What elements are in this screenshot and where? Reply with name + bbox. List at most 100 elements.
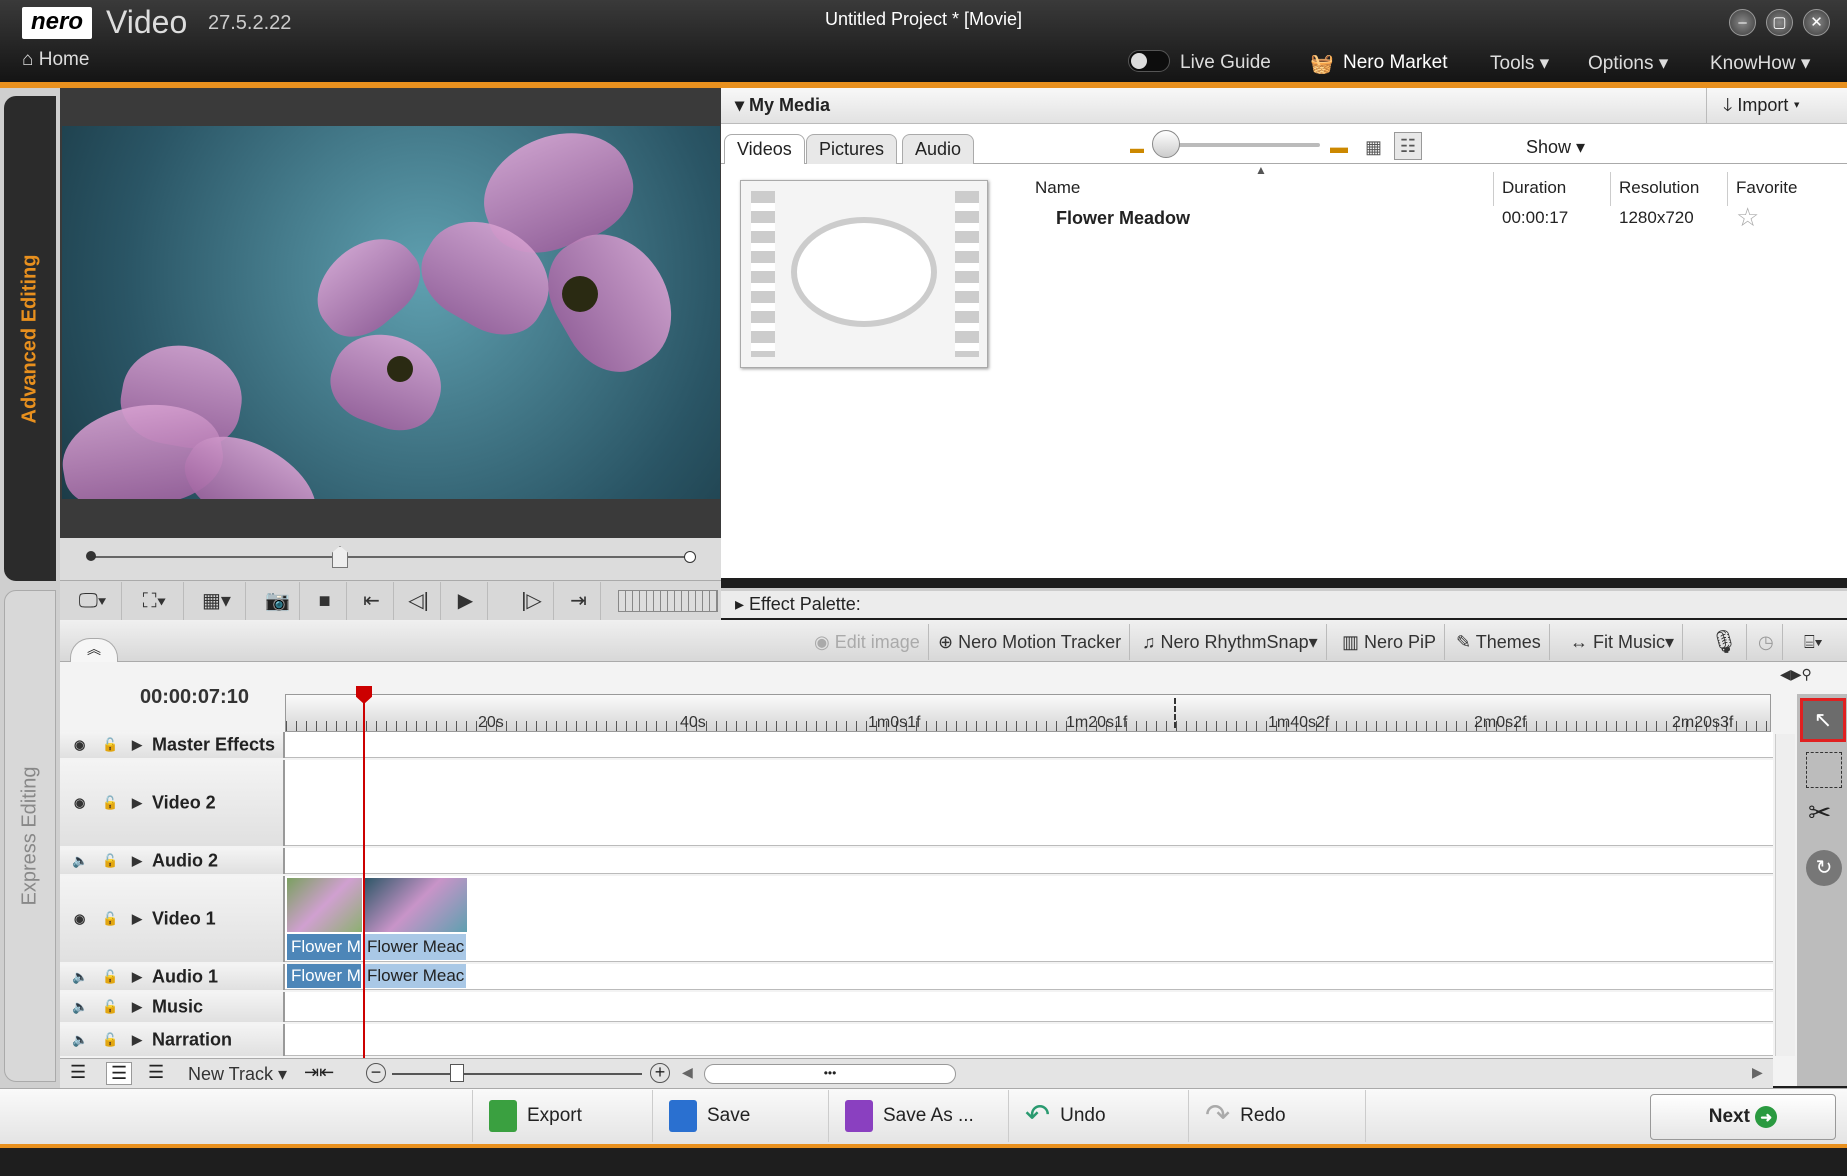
- thumbnail-size-knob[interactable]: [1152, 130, 1180, 158]
- scroll-left-icon[interactable]: ◀: [682, 1064, 693, 1081]
- rhythmsnap-button[interactable]: ♫ Nero RhythmSnap▾: [1134, 624, 1327, 660]
- audio-clip[interactable]: Flower M: [287, 964, 362, 988]
- tab-videos[interactable]: Videos: [724, 134, 805, 164]
- layout-menu-icon[interactable]: ⌸▾: [1796, 624, 1830, 660]
- media-item-name[interactable]: Flower Meadow: [1056, 208, 1190, 229]
- aspect-icon[interactable]: ▦▾: [188, 582, 246, 620]
- tools-menu[interactable]: Tools ▾: [1490, 52, 1549, 75]
- effect-palette-bar[interactable]: ▸ Effect Palette:: [721, 588, 1847, 618]
- cut-scissors-icon[interactable]: ✂: [1808, 796, 1831, 829]
- redo-button[interactable]: ↷ Redo: [1188, 1090, 1366, 1142]
- tab-express-editing[interactable]: Express Editing: [4, 590, 56, 1082]
- lock-icon[interactable]: 🔓: [102, 969, 118, 985]
- previous-frame-icon[interactable]: ◁|: [397, 582, 441, 620]
- export-button[interactable]: Export: [472, 1090, 652, 1142]
- track-height-small-icon[interactable]: ☰: [70, 1062, 86, 1083]
- undo-button[interactable]: ↶ Undo: [1008, 1090, 1188, 1142]
- track-row[interactable]: [60, 848, 1773, 874]
- fit-to-window-icon[interactable]: ⇥⇤: [304, 1062, 334, 1083]
- mute-icon[interactable]: 🔈: [72, 999, 88, 1015]
- jog-shuttle[interactable]: [618, 590, 718, 612]
- pip-button[interactable]: ▥ Nero PiP: [1334, 624, 1446, 660]
- track-row[interactable]: [60, 1024, 1773, 1056]
- zoom-in-icon[interactable]: +: [650, 1063, 670, 1083]
- edit-image-button[interactable]: ◉ Edit image: [806, 624, 929, 660]
- nero-market-link[interactable]: Nero Market: [1343, 52, 1448, 74]
- timeline-nav-icons[interactable]: ◀▶⚲: [1780, 666, 1812, 683]
- themes-button[interactable]: ✎ Themes: [1448, 624, 1550, 660]
- close-button[interactable]: ✕: [1803, 9, 1830, 36]
- media-title[interactable]: ▾ My Media: [735, 95, 830, 116]
- column-resolution[interactable]: Resolution: [1619, 178, 1699, 198]
- video-clip[interactable]: Flower M: [287, 934, 362, 960]
- options-menu[interactable]: Options ▾: [1588, 52, 1668, 75]
- live-guide-label[interactable]: Live Guide: [1180, 52, 1271, 74]
- time-ruler[interactable]: [285, 694, 1771, 732]
- live-guide-toggle[interactable]: [1128, 50, 1170, 72]
- visibility-icon[interactable]: ◉: [74, 737, 85, 753]
- mute-icon[interactable]: 🔈: [72, 1032, 88, 1048]
- expand-icon[interactable]: ▶: [132, 737, 142, 753]
- zoom-slider[interactable]: [392, 1073, 642, 1075]
- next-frame-icon[interactable]: |▷: [510, 582, 554, 620]
- track-row[interactable]: [60, 732, 1773, 758]
- vertical-scrollbar[interactable]: [1775, 734, 1795, 1056]
- new-track-menu[interactable]: New Track ▾: [188, 1064, 287, 1085]
- tab-pictures[interactable]: Pictures: [806, 134, 898, 164]
- expand-icon[interactable]: ▶: [132, 999, 142, 1015]
- lock-icon[interactable]: 🔓: [102, 911, 118, 927]
- next-button[interactable]: Next ➜: [1650, 1094, 1836, 1140]
- monitor-icon[interactable]: 🖵▾: [64, 582, 122, 620]
- seek-bar[interactable]: [90, 556, 690, 558]
- tab-audio[interactable]: Audio: [902, 134, 975, 164]
- snapshot-icon[interactable]: 📷: [256, 582, 300, 620]
- stop-icon[interactable]: ■: [303, 582, 347, 620]
- visibility-icon[interactable]: ◉: [74, 795, 85, 811]
- horizontal-scroll-thumb[interactable]: •••: [704, 1064, 956, 1084]
- grid-view-icon[interactable]: ▦: [1365, 137, 1382, 158]
- track-height-medium-icon[interactable]: ☰: [106, 1062, 133, 1085]
- details-view-icon[interactable]: ☷: [1394, 132, 1422, 160]
- thumbnail-size-slider[interactable]: [1160, 143, 1320, 147]
- expand-icon[interactable]: ▶: [132, 853, 142, 869]
- go-to-end-icon[interactable]: ⇥: [557, 582, 601, 620]
- column-name[interactable]: Name: [1035, 178, 1080, 198]
- lock-icon[interactable]: 🔓: [102, 795, 118, 811]
- import-button[interactable]: 🡓 Import ▾: [1706, 88, 1846, 124]
- track-row[interactable]: [60, 760, 1773, 846]
- expand-icon[interactable]: ▶: [132, 1032, 142, 1048]
- home-link[interactable]: ⌂ Home: [22, 49, 89, 71]
- lock-icon[interactable]: 🔓: [102, 853, 118, 869]
- tab-advanced-editing[interactable]: Advanced Editing: [4, 96, 56, 581]
- zoom-out-icon[interactable]: −: [366, 1063, 386, 1083]
- timer-icon[interactable]: ◷: [1750, 624, 1783, 660]
- scroll-right-icon[interactable]: ▶: [1752, 1064, 1763, 1081]
- expand-icon[interactable]: ▶: [132, 795, 142, 811]
- visibility-icon[interactable]: ◉: [74, 911, 85, 927]
- audio-clip[interactable]: Flower Meac: [363, 964, 467, 988]
- video-preview[interactable]: [62, 126, 720, 499]
- restore-button[interactable]: ▢: [1766, 9, 1793, 36]
- motion-tracker-button[interactable]: ⊕ Nero Motion Tracker: [930, 624, 1131, 660]
- lock-icon[interactable]: 🔓: [102, 1032, 118, 1048]
- column-favorite[interactable]: Favorite: [1736, 178, 1797, 198]
- rotate-icon[interactable]: ↻: [1806, 850, 1842, 886]
- minimize-button[interactable]: –: [1729, 9, 1756, 36]
- fit-music-button[interactable]: ↔ Fit Music▾: [1562, 624, 1684, 660]
- microphone-icon[interactable]: 🎙: [1702, 624, 1747, 660]
- zoom-handle[interactable]: [450, 1064, 464, 1082]
- small-thumbnail-icon[interactable]: ▬: [1130, 140, 1144, 156]
- expand-icon[interactable]: ▶: [132, 911, 142, 927]
- mute-icon[interactable]: 🔈: [72, 853, 88, 869]
- playhead-line[interactable]: [363, 690, 365, 1058]
- play-icon[interactable]: ▶: [444, 582, 488, 620]
- video-clip[interactable]: Flower Meac: [363, 934, 467, 960]
- show-menu[interactable]: Show ▾: [1526, 137, 1585, 158]
- column-duration[interactable]: Duration: [1502, 178, 1566, 198]
- fullscreen-icon[interactable]: ⛶▾: [126, 582, 184, 620]
- favorite-star-icon[interactable]: ☆: [1736, 202, 1759, 233]
- expand-icon[interactable]: ▶: [132, 969, 142, 985]
- track-row[interactable]: [60, 992, 1773, 1022]
- lock-icon[interactable]: 🔓: [102, 999, 118, 1015]
- track-height-large-icon[interactable]: ☰: [148, 1062, 164, 1083]
